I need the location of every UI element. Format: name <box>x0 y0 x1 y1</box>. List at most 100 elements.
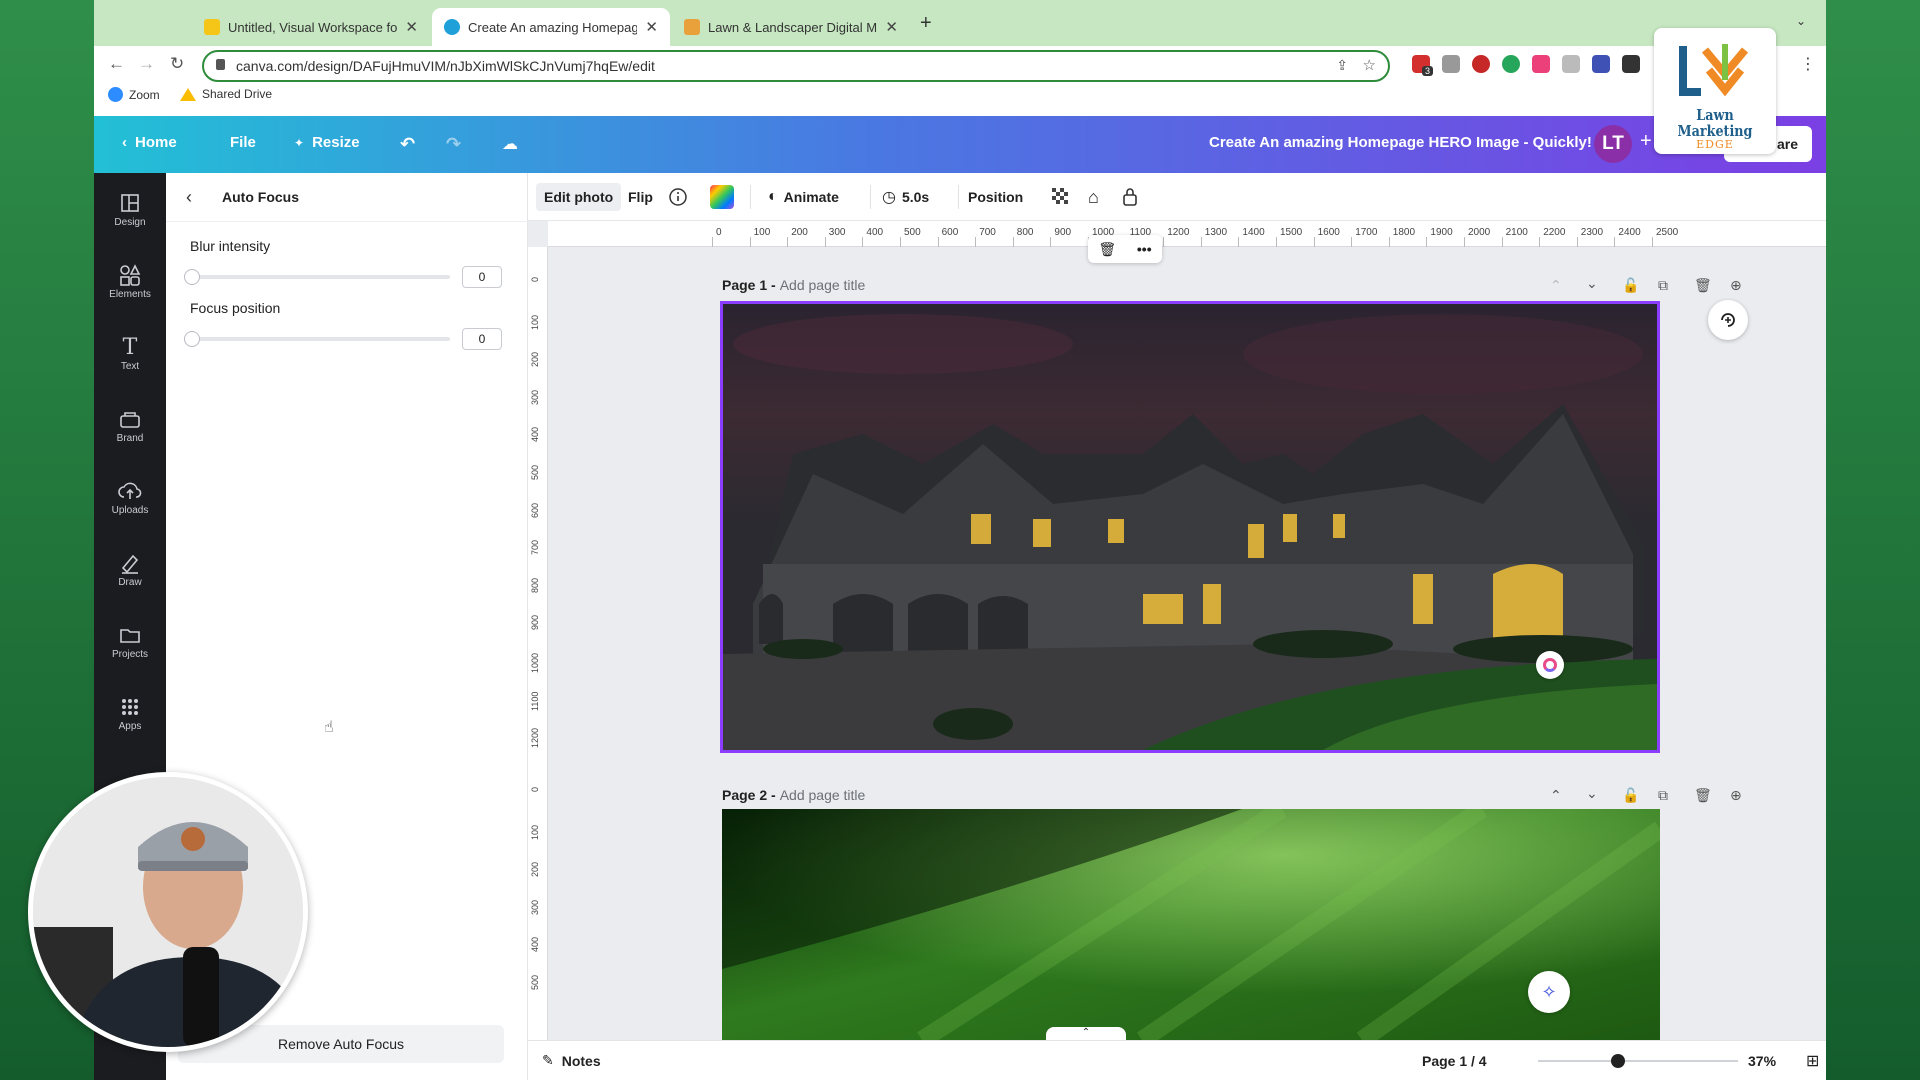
notes-button[interactable]: ✎ Notes <box>542 1052 601 1069</box>
undo-icon[interactable]: ↶ <box>400 134 415 155</box>
home-button[interactable]: ‹ Home <box>122 134 177 151</box>
share-page-icon[interactable]: ⇪ <box>1336 57 1348 74</box>
extension-pink-icon[interactable] <box>1532 55 1550 73</box>
clickup-extension-icon[interactable] <box>1536 651 1564 679</box>
add-page-icon[interactable]: ⊕ <box>1730 277 1742 294</box>
page-indicator[interactable]: Page 1 / 4 <box>1422 1053 1487 1069</box>
extension-text-icon[interactable] <box>1562 55 1580 73</box>
delete-trash-icon[interactable]: 🗑 <box>1098 241 1116 258</box>
close-tab-icon[interactable]: ✕ <box>645 18 658 36</box>
lock-page-icon[interactable]: 🔓 <box>1622 787 1639 804</box>
extension-grammarly-icon[interactable] <box>1502 55 1520 73</box>
zoom-slider-knob[interactable] <box>1611 1054 1625 1068</box>
bookmark-zoom[interactable]: Zoom <box>108 87 160 102</box>
page-2-label[interactable]: Page 2 - Add page title <box>722 787 865 803</box>
position-button[interactable]: Position <box>968 183 1023 211</box>
ruler-tick-label: 1800 <box>1392 227 1416 238</box>
page-2-canvas[interactable] <box>722 809 1660 1040</box>
sidebar-item-elements[interactable]: Elements <box>94 261 166 300</box>
grid-view-icon[interactable]: ⊞ <box>1806 1051 1819 1071</box>
zoom-slider[interactable] <box>1538 1054 1738 1068</box>
ruler-tick-mark <box>1501 237 1503 247</box>
tab-lawn-landscaper[interactable]: Lawn & Landscaper Digital Ma ✕ <box>672 8 910 46</box>
page-1-canvas[interactable] <box>720 301 1660 753</box>
browser-menu-icon[interactable]: ⋮ <box>1800 54 1816 74</box>
extensions-puzzle-icon[interactable] <box>1622 55 1640 73</box>
move-page-up-icon[interactable]: ⌃ <box>1550 277 1562 294</box>
blur-intensity-slider[interactable] <box>184 269 450 285</box>
back-chevron-icon[interactable]: ‹ <box>186 187 192 208</box>
info-icon[interactable] <box>668 183 688 211</box>
tab-untitled-workspace[interactable]: Untitled, Visual Workspace for ✕ <box>192 8 430 46</box>
focus-position-input[interactable]: 0 <box>462 328 502 350</box>
sidebar-item-uploads[interactable]: Uploads <box>94 477 166 516</box>
transparency-icon[interactable] <box>1052 183 1070 211</box>
tab-search-chevron-icon[interactable]: ⌄ <box>1796 14 1806 28</box>
copy-style-paint-roller-icon[interactable]: ⌂ <box>1088 183 1099 211</box>
close-tab-icon[interactable]: ✕ <box>885 18 898 36</box>
collapse-pages-chevron-icon[interactable]: ⌃ <box>1046 1027 1126 1040</box>
page-title-placeholder[interactable]: Add page title <box>780 787 866 803</box>
add-page-icon[interactable]: ⊕ <box>1730 787 1742 804</box>
notes-label: Notes <box>561 1052 601 1069</box>
new-tab-plus-icon[interactable]: + <box>920 12 932 35</box>
back-arrow-icon[interactable]: ← <box>108 54 125 74</box>
sidebar-item-label: Uploads <box>111 505 149 516</box>
ruler-tick-label: 800 <box>530 577 540 593</box>
resize-button[interactable]: ✦ Resize <box>294 134 360 151</box>
sidebar-item-brand[interactable]: Brand <box>94 405 166 444</box>
lock-page-icon[interactable]: 🔓 <box>1622 277 1639 294</box>
sidebar-item-design[interactable]: Design <box>94 189 166 228</box>
color-picker-icon[interactable] <box>710 183 734 211</box>
duplicate-page-icon[interactable]: ⧉ <box>1658 787 1668 804</box>
file-menu-button[interactable]: File <box>230 134 256 151</box>
url-bar[interactable]: canva.com/design/DAFujHmuVIM/nJbXimWlSkC… <box>202 50 1390 82</box>
duplicate-page-icon[interactable]: ⧉ <box>1658 277 1668 294</box>
zoom-percent[interactable]: 37% <box>1748 1053 1776 1069</box>
more-options-icon[interactable]: ••• <box>1137 241 1152 257</box>
sidebar-item-draw[interactable]: Draw <box>94 549 166 588</box>
magic-assistant-sparkle-icon[interactable]: ✧ <box>1528 971 1570 1013</box>
logo-text-line2: EDGE <box>1696 138 1734 151</box>
delete-page-icon[interactable]: 🗑 <box>1694 787 1712 804</box>
close-tab-icon[interactable]: ✕ <box>405 18 418 36</box>
grass-photo[interactable] <box>722 809 1660 1040</box>
duration-button[interactable]: ◷ 5.0s <box>882 183 929 211</box>
design-title[interactable]: Create An amazing Homepage HERO Image - … <box>1209 134 1592 151</box>
tab-create-homepage[interactable]: Create An amazing Homepage ✕ <box>432 8 670 46</box>
redo-icon[interactable]: ↷ <box>446 134 461 155</box>
slider-knob[interactable] <box>184 269 200 285</box>
focus-position-slider[interactable] <box>184 331 450 347</box>
bookmark-star-icon[interactable]: ☆ <box>1363 56 1376 74</box>
add-collaborator-plus-icon[interactable]: + <box>1640 130 1652 153</box>
move-page-down-icon[interactable]: ⌄ <box>1586 785 1598 802</box>
edit-photo-button[interactable]: Edit photo <box>536 183 622 211</box>
forward-arrow-icon[interactable]: → <box>138 54 155 74</box>
focus-position-label: Focus position <box>190 300 281 316</box>
animate-button[interactable]: ◐ Animate <box>768 183 839 211</box>
house-photo[interactable] <box>723 304 1657 750</box>
sidebar-item-text[interactable]: T Text <box>94 333 166 373</box>
move-page-down-icon[interactable]: ⌄ <box>1586 275 1598 292</box>
lock-element-icon[interactable] <box>1122 183 1138 211</box>
ruler-tick-label: 1300 <box>1204 227 1228 238</box>
ruler-tick-mark <box>975 237 977 247</box>
sidebar-item-projects[interactable]: Projects <box>94 621 166 660</box>
bookmark-shared-drive[interactable]: Shared Drive <box>180 87 272 101</box>
move-page-up-icon[interactable]: ⌃ <box>1550 787 1562 804</box>
extension-blue-icon[interactable] <box>1592 55 1610 73</box>
reload-icon[interactable]: ↻ <box>170 54 184 74</box>
ruler-tick-label: 2100 <box>1505 227 1528 238</box>
extension-s-icon[interactable] <box>1472 55 1490 73</box>
user-avatar[interactable]: LT <box>1594 125 1632 163</box>
blur-intensity-input[interactable]: 0 <box>462 266 502 288</box>
cloud-save-icon[interactable]: ☁ <box>502 134 518 154</box>
extension-camera-icon[interactable] <box>1442 55 1460 73</box>
page-title-placeholder[interactable]: Add page title <box>780 277 866 293</box>
regenerate-icon[interactable] <box>1708 300 1748 340</box>
slider-knob[interactable] <box>184 331 200 347</box>
flip-button[interactable]: Flip <box>628 183 653 211</box>
sidebar-item-apps[interactable]: Apps <box>94 693 166 732</box>
page-1-label[interactable]: Page 1 - Add page title <box>722 277 865 293</box>
delete-page-icon[interactable]: 🗑 <box>1694 277 1712 294</box>
